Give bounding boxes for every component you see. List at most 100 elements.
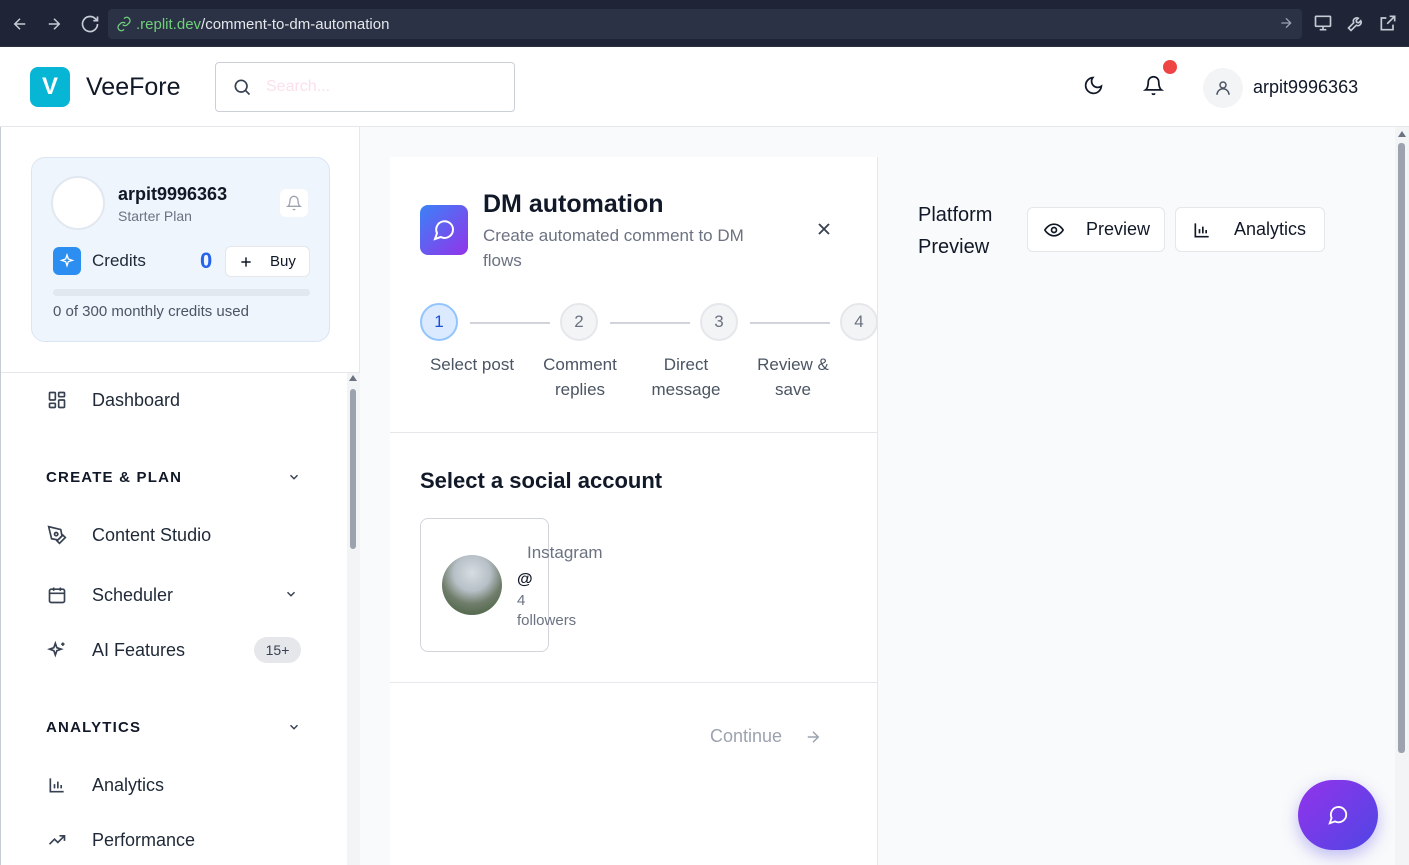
chevron-down-icon[interactable] [287, 470, 301, 489]
sidebar-item-label: Analytics [92, 774, 165, 795]
sidebar-item-dashboard[interactable]: Dashboard [46, 389, 306, 411]
step-2-label: Comment replies [543, 355, 617, 399]
scroll-up-arrow-icon[interactable] [1398, 131, 1406, 137]
dark-mode-moon-icon[interactable] [1083, 75, 1104, 101]
account-handle: @ [517, 571, 533, 588]
browser-toolbar: .replit.dev/comment-to-dm-automation [0, 0, 1409, 47]
close-icon[interactable] [814, 219, 834, 244]
wrench-icon[interactable] [1346, 13, 1366, 38]
wizard-divider [390, 682, 878, 683]
sidebar-item-label: Content Studio [92, 524, 212, 545]
sidebar-item-content-studio[interactable]: Content Studio [46, 524, 306, 546]
profile-avatar[interactable] [51, 176, 105, 230]
wizard-divider [390, 432, 878, 433]
url-path: /comment-to-dm-automation [201, 15, 390, 33]
credits-label: Credits [92, 251, 146, 270]
external-link-icon[interactable] [1378, 13, 1398, 38]
header-username[interactable]: arpit9996363 [1253, 77, 1358, 98]
arrow-right-icon [804, 728, 822, 746]
continue-button[interactable]: Continue [710, 726, 822, 747]
step-connector [750, 322, 830, 324]
link-icon [116, 16, 132, 32]
select-account-title: Select a social account [420, 468, 663, 493]
section-analytics[interactable]: ANALYTICS [46, 719, 141, 736]
step-3-circle[interactable]: 3 [700, 303, 738, 341]
step-4-circle[interactable]: 4 [840, 303, 878, 341]
go-arrow-icon[interactable] [1278, 15, 1294, 35]
account-avatar [442, 555, 502, 615]
profile-bell-icon[interactable] [280, 189, 308, 217]
platform-preview-title: Platform Preview [918, 199, 992, 263]
profile-name: arpit9996363 [118, 184, 228, 204]
credits-usage-text: 0 of 300 monthly credits used [53, 303, 249, 320]
chevron-down-icon[interactable] [284, 587, 298, 606]
preview-button[interactable]: Preview [1027, 207, 1165, 252]
reload-icon[interactable] [78, 12, 102, 36]
platform-preview-line1: Platform [918, 204, 993, 226]
eye-icon [1044, 220, 1064, 240]
bar-chart-icon [1192, 220, 1212, 240]
sparkle-credits-icon [53, 247, 81, 275]
trending-up-icon [46, 829, 68, 851]
sidebar: arpit9996363 Starter Plan Credits 0 Buy … [0, 127, 361, 865]
sidebar-divider [1, 372, 361, 373]
sidebar-item-label: Dashboard [92, 389, 181, 410]
main-content: DM automation Create automated comment t… [360, 127, 1409, 865]
message-circle-icon [420, 205, 468, 255]
address-bar[interactable]: .replit.dev/comment-to-dm-automation [108, 9, 1302, 39]
app-header: V VeeFore arpit9996363 [0, 47, 1409, 127]
step-connector [610, 322, 690, 324]
plus-icon [241, 256, 251, 267]
account-followers: 4 followers [517, 592, 577, 629]
forward-icon[interactable] [42, 12, 66, 36]
user-icon [1216, 81, 1230, 95]
buy-credits-button[interactable]: Buy [225, 246, 310, 277]
brand-logo[interactable]: V [30, 67, 70, 107]
search-input[interactable] [266, 78, 486, 96]
sidebar-scroll-thumb[interactable] [350, 389, 356, 549]
chat-assistant-button[interactable] [1298, 780, 1378, 850]
step-connector [470, 322, 550, 324]
monitor-icon[interactable] [1313, 13, 1333, 38]
section-create-plan[interactable]: CREATE & PLAN [46, 469, 182, 486]
sidebar-item-performance[interactable]: Performance [46, 829, 306, 851]
wizard-title: DM automation [483, 190, 664, 218]
sidebar-item-analytics[interactable]: Analytics [46, 774, 306, 796]
wizard-subtitle: Create automated comment to DM flows [483, 226, 744, 270]
sidebar-item-scheduler[interactable]: Scheduler [46, 584, 306, 606]
user-avatar[interactable] [1203, 68, 1243, 108]
sparkles-icon [46, 639, 68, 661]
sidebar-item-label: AI Features [92, 639, 186, 660]
account-platform: Instagram [527, 543, 603, 562]
step-4-label: Review & save [757, 355, 829, 399]
scroll-up-arrow-icon[interactable] [349, 375, 357, 381]
step-2-circle[interactable]: 2 [560, 303, 598, 341]
back-icon[interactable] [8, 12, 32, 36]
profile-plan: Starter Plan [118, 208, 192, 224]
chevron-down-icon[interactable] [287, 720, 301, 739]
brand-name[interactable]: VeeFore [86, 73, 181, 102]
credits-progress-bar [53, 289, 310, 296]
notification-bell-icon[interactable] [1142, 75, 1165, 101]
dm-automation-wizard: DM automation Create automated comment t… [390, 157, 878, 865]
calendar-icon [46, 584, 68, 606]
profile-card: arpit9996363 Starter Plan Credits 0 Buy … [31, 157, 330, 342]
instagram-account-card[interactable]: Instagram @ 4 followers [420, 518, 603, 652]
sidebar-item-label: Performance [92, 829, 196, 850]
ai-features-badge: 15+ [254, 637, 301, 663]
buy-label: Buy [270, 253, 296, 270]
pen-tool-icon [46, 524, 68, 546]
step-3-label: Direct message [651, 355, 721, 399]
search-icon [232, 77, 252, 97]
message-circle-icon [1328, 806, 1348, 825]
analytics-button[interactable]: Analytics [1175, 207, 1325, 252]
dashboard-grid-icon [46, 389, 68, 411]
preview-button-label: Preview [1086, 219, 1151, 239]
analytics-button-label: Analytics [1234, 219, 1307, 239]
sidebar-item-label: Scheduler [92, 584, 174, 605]
step-1-label: Select post [429, 355, 515, 374]
main-scroll-thumb[interactable] [1398, 143, 1405, 753]
continue-label: Continue [710, 726, 783, 746]
search-box[interactable] [215, 62, 515, 112]
step-1-circle[interactable]: 1 [420, 303, 458, 341]
